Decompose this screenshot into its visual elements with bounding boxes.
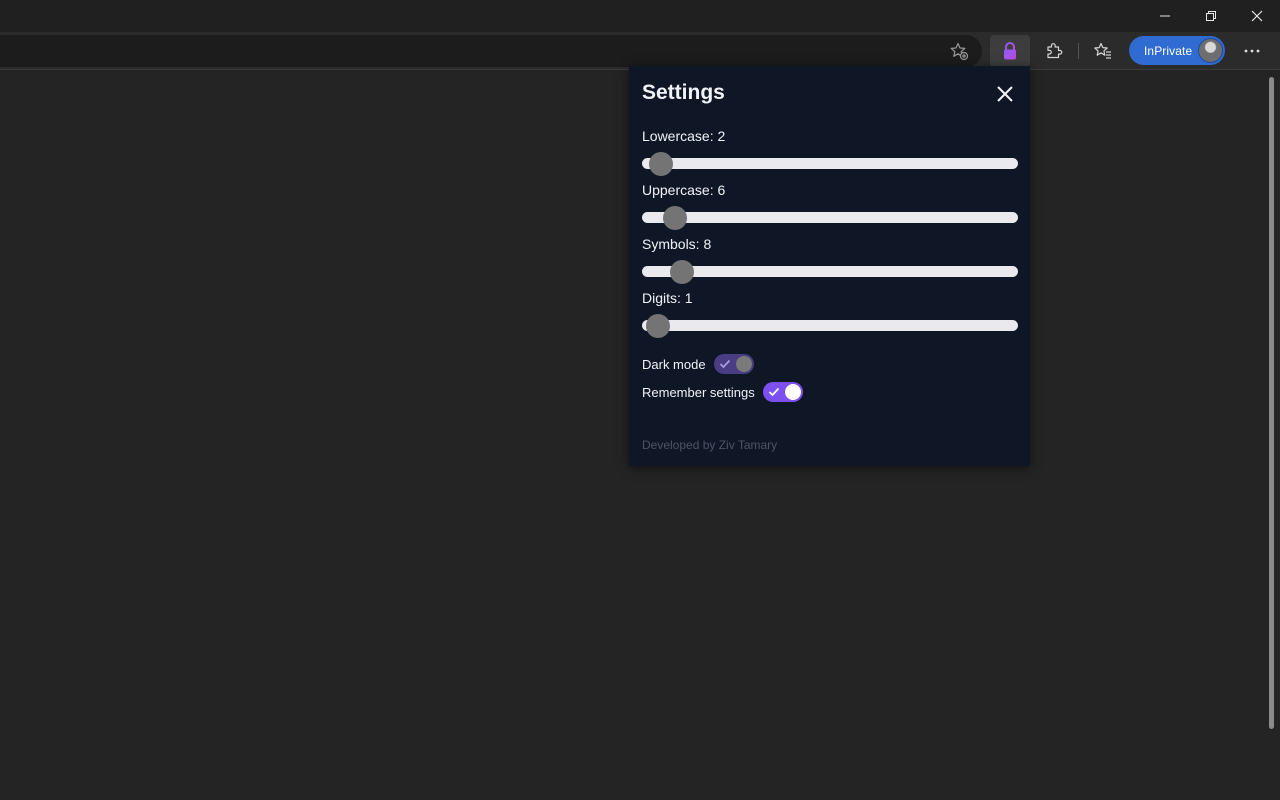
minimize-button[interactable] [1142,0,1188,32]
uppercase-slider-row: Uppercase: 6 [642,180,1018,230]
slider-thumb[interactable] [670,260,694,284]
toolbar-separator [1078,43,1079,59]
address-bar[interactable] [0,35,982,67]
popup-title: Settings [642,81,725,104]
close-icon [1251,10,1263,22]
slider-thumb[interactable] [663,206,687,230]
check-icon [768,387,779,397]
page-scrollbar[interactable] [1269,77,1274,729]
password-extension-button[interactable] [990,35,1030,67]
lock-extension-icon [1004,42,1016,60]
close-popup-button[interactable] [993,82,1017,106]
slider-label: Digits: 1 [642,290,693,306]
lowercase-slider[interactable] [642,152,1018,176]
extensions-button[interactable] [1036,35,1072,67]
uppercase-slider[interactable] [642,206,1018,230]
toggle-label: Remember settings [642,384,755,400]
slider-thumb[interactable] [646,314,670,338]
favorite-add-icon [950,42,969,61]
title-bar [0,0,1280,32]
remember-settings-toggle[interactable] [762,382,803,402]
close-window-button[interactable] [1234,0,1280,32]
slider-label: Lowercase: 2 [642,128,726,144]
slider-label: Symbols: 8 [642,236,712,252]
restore-icon [1206,11,1216,21]
slider-label: Uppercase: 6 [642,182,726,198]
avatar [1198,38,1223,63]
toggle-label: Dark mode [642,356,706,372]
settings-popup: Settings Lowercase: 2 Uppercase: 6 Symbo… [629,66,1030,466]
toggle-knob [784,384,801,400]
more-icon [1244,49,1260,53]
check-icon [719,359,730,369]
extensions-icon [1047,43,1063,59]
toggle-knob [735,356,752,372]
inprivate-label: InPrivate [1144,43,1193,58]
lowercase-slider-row: Lowercase: 2 [642,126,1018,176]
dark-mode-toggle[interactable] [713,354,754,374]
favorites-icon [1094,42,1111,59]
symbols-slider-row: Symbols: 8 [642,234,1018,284]
close-icon [997,86,1013,102]
developer-credit: Developed by Ziv Tamary [642,438,778,452]
restore-button[interactable] [1188,0,1234,32]
browser-toolbar: InPrivate [0,32,1280,70]
remember-settings-row: Remember settings [642,382,803,402]
digits-slider[interactable] [642,314,1018,338]
digits-slider-row: Digits: 1 [642,288,1018,338]
slider-thumb[interactable] [649,152,673,176]
symbols-slider[interactable] [642,260,1018,284]
settings-more-button[interactable] [1234,35,1270,67]
dark-mode-row: Dark mode [642,354,754,374]
add-favorite-button[interactable] [941,35,977,67]
favorites-button[interactable] [1085,35,1121,67]
minimize-icon [1160,15,1170,17]
inprivate-button[interactable]: InPrivate [1129,36,1225,65]
